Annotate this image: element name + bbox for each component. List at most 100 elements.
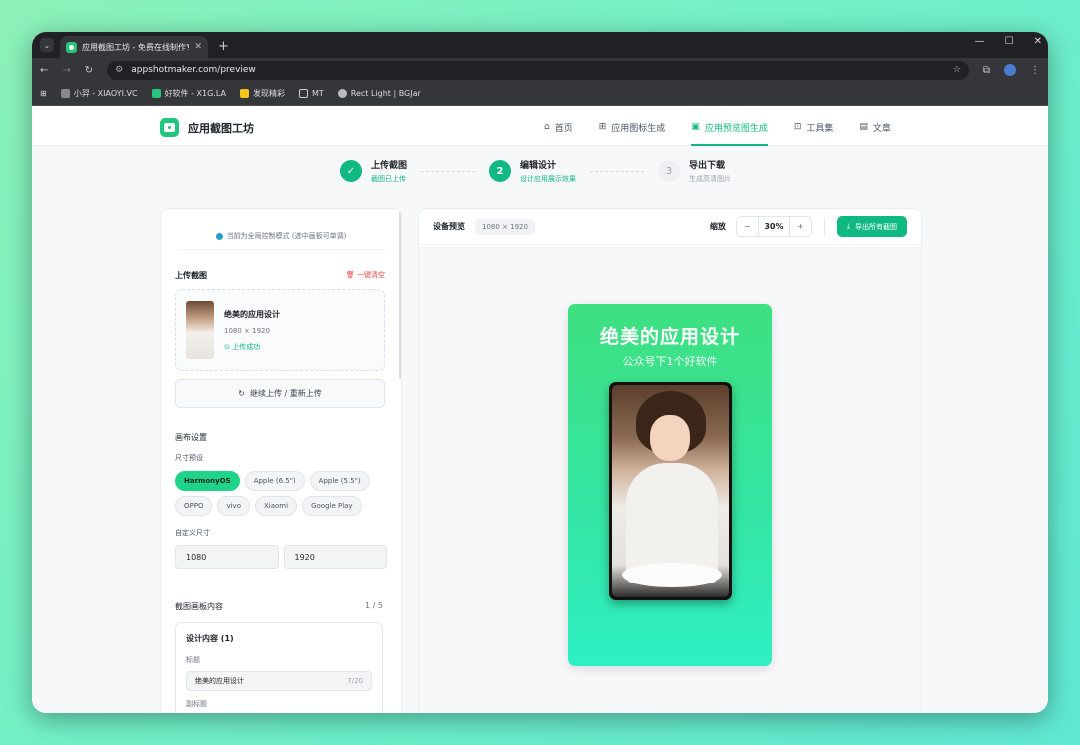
bookmark-icon [239,89,249,98]
size-preset-label: 尺寸预设 [175,454,203,462]
preview-panel: 设备预览 1080 × 1920 缩放 − 30% + ⤓ 导出所有截图 绝美的应… [418,208,922,713]
reupload-button[interactable]: ↻ 继续上传 / 重新上传 [175,379,385,408]
width-input[interactable]: 1080 [175,545,279,569]
illustration-bowl [622,563,722,587]
browser-window: ⌄ 应用截图工坊 - 免费在线制作专 ✕ + — ☐ ✕ ← → ↻ ⚙ app… [32,32,1048,713]
tab-search-icon[interactable]: ⌄ [40,38,54,52]
preview-toolbar: 设备预览 1080 × 1920 缩放 − 30% + ⤓ 导出所有截图 [419,209,921,245]
progress-steps: ✓ 上传截图 截图已上传 2 编辑设计 设计应用展示效果 3 导出下载 生成高清图片 [340,158,731,184]
step-number: 3 [658,160,681,182]
zoom-control: − 30% + [735,216,812,237]
panel-scrollbar[interactable] [399,209,401,379]
preset-oppo[interactable]: OPPO [175,496,213,516]
step-subtitle: 设计应用展示效果 [520,175,577,183]
preview-canvas: 绝美的应用设计 公众号下1个好软件 [419,246,921,713]
home-icon: ⌂ [544,122,550,132]
more-menu-icon[interactable]: ⋮ [1030,65,1040,76]
step-title: 编辑设计 [520,161,557,171]
dimension-badge: 1080 × 1920 [475,218,535,235]
poster-preview[interactable]: 绝美的应用设计 公众号下1个好软件 [568,304,772,666]
extensions-icon[interactable]: ⧉ [983,65,990,76]
illustration-face [650,415,690,461]
web-page: 应用截图工坊 ⌂ 首页 ⊞ 应用图标生成 ▣ 应用预览图生成 ⊡ 工具集 ▤ 文章 ✓ 上… [32,108,1048,713]
bookmark-item[interactable]: 发现精彩 [239,88,285,99]
bookmark-item[interactable]: MT [298,89,324,98]
poster-title: 绝美的应用设计 [599,326,740,348]
char-count: 7/20 [347,677,363,685]
settings-panel: 当前为全局控制模式 (选中画板可单调) 上传截图 🗑 一键清空 绝美的应用设计 … [160,208,402,713]
headline-value: 绝美的应用设计 [195,677,244,685]
height-input[interactable]: 1920 [283,545,387,569]
content-title: 截图画板内容 [175,602,223,611]
site-logo[interactable]: 应用截图工坊 [160,118,254,137]
nav-tools[interactable]: ⊡ 工具集 [794,108,834,146]
step-subtitle: 生成高清图片 [689,175,732,183]
custom-size-inputs: 1080 1920 [175,545,387,569]
url-text: appshotmaker.com/preview [131,65,256,75]
nav-app-icon[interactable]: ⊞ 应用图标生成 [599,108,666,146]
upload-header: 上传截图 🗑 一键清空 [175,270,385,281]
step-divider [421,170,476,172]
export-all-button[interactable]: ⤓ 导出所有截图 [836,216,907,237]
canvas-settings-title: 画布设置 [175,433,207,442]
logo-text: 应用截图工坊 [188,121,254,135]
nav-home[interactable]: ⌂ 首页 [544,108,573,146]
new-tab-icon[interactable]: + [218,39,229,54]
preset-xiaomi[interactable]: Xiaomi [254,496,298,516]
folder-icon [298,89,308,98]
site-header: 应用截图工坊 ⌂ 首页 ⊞ 应用图标生成 ▣ 应用预览图生成 ⊡ 工具集 ▤ 文章 [32,108,1048,146]
browser-tab[interactable]: 应用截图工坊 - 免费在线制作专 ✕ [60,36,208,58]
tab-bar: ⌄ 应用截图工坊 - 免费在线制作专 ✕ + — ☐ ✕ [32,32,1048,58]
uploaded-file-card[interactable]: 绝美的应用设计 1080 × 1920 ⊙ 上传成功 [175,289,385,371]
bookmark-icon [337,89,347,98]
address-bar-row: ← → ↻ ⚙ appshotmaker.com/preview ☆ ⧉ ⋮ [32,58,1048,82]
step-divider [590,170,645,172]
check-icon: ✓ [340,160,362,182]
nav-articles[interactable]: ▤ 文章 [859,108,891,146]
preset-vivo[interactable]: vivo [217,496,250,516]
window-controls: — ☐ ✕ [975,36,1042,47]
subtitle-label: 副标题 [186,700,207,708]
camera-logo-icon [160,118,179,137]
mode-notice: 当前为全局控制模式 (选中画板可单调) [177,231,385,250]
forward-icon[interactable]: → [62,65,70,76]
close-tab-icon[interactable]: ✕ [194,42,202,52]
content-header: 截图画板内容 1 / 5 [175,601,383,612]
main-menu: ⌂ 首页 ⊞ 应用图标生成 ▣ 应用预览图生成 ⊡ 工具集 ▤ 文章 [544,108,891,146]
preset-google-play[interactable]: Google Play [302,496,362,516]
zoom-out-button[interactable]: − [737,217,758,236]
headline-input[interactable]: 绝美的应用设计 7/20 [186,671,372,691]
close-window-icon[interactable]: ✕ [1034,36,1042,47]
preset-harmonyos[interactable]: HarmonyOS [175,471,240,491]
custom-size-label: 自定义尺寸 [175,529,210,537]
maximize-icon[interactable]: ☐ [1005,36,1014,47]
clear-all-button[interactable]: 🗑 一键清空 [346,270,385,281]
bookmark-item[interactable]: 小羿 - XIAOYI.VC [60,88,138,99]
profile-avatar-icon[interactable] [1004,64,1016,76]
phone-screenshot [612,385,729,597]
bookmark-star-icon[interactable]: ☆ [953,65,961,75]
toolbar-divider [823,217,825,236]
globe-icon [215,232,223,240]
site-info-icon[interactable]: ⚙ [115,65,123,75]
preset-apple-65[interactable]: Apple (6.5") [244,471,305,491]
url-bar[interactable]: ⚙ appshotmaker.com/preview ☆ [107,60,969,80]
document-icon: ▤ [859,122,868,132]
minimize-icon[interactable]: — [975,36,985,47]
bookmark-item[interactable]: 好软件 - X1G.LA [151,88,226,99]
preset-apple-55[interactable]: Apple (5.5") [309,471,370,491]
phone-mockup [609,382,732,600]
design-title: 设计内容 (1) [186,634,234,643]
trash-icon: 🗑 [345,271,355,279]
refresh-icon: ↻ [238,389,245,398]
zoom-in-button[interactable]: + [790,217,811,236]
reload-icon[interactable]: ↻ [85,65,93,76]
browser-chrome: ⌄ 应用截图工坊 - 免费在线制作专 ✕ + — ☐ ✕ ← → ↻ ⚙ app… [32,32,1048,106]
file-size: 1080 × 1920 [224,326,270,335]
back-icon[interactable]: ← [40,65,48,76]
bookmark-item[interactable]: Rect Light | BGJar [337,89,421,98]
device-preview-label: 设备预览 [433,222,465,231]
favicon-icon [66,41,77,53]
nav-app-preview[interactable]: ▣ 应用预览图生成 [691,108,768,146]
apps-grid-icon[interactable]: ⊞ [40,89,47,98]
